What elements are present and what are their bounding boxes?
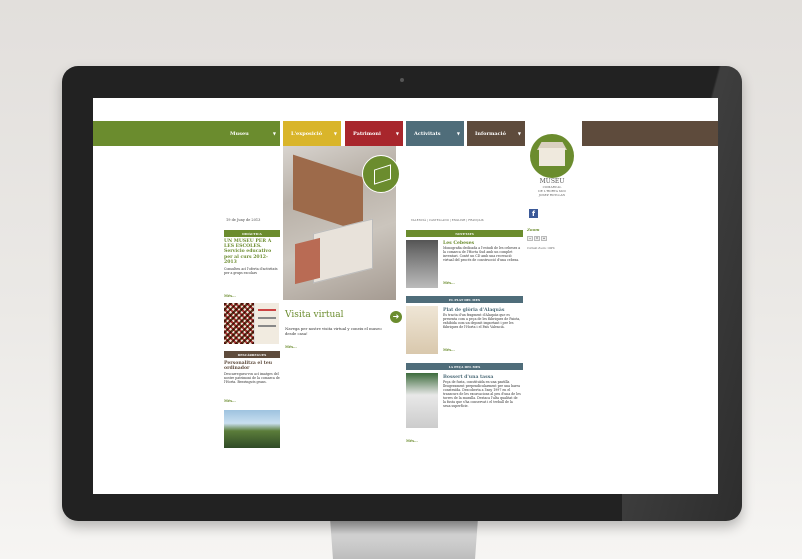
zoom-in-button[interactable]: + [541,236,547,241]
didactica-more-link[interactable]: Més... [224,294,236,298]
virtual-visit-title[interactable]: Visita virtual [285,310,343,320]
novetats-header: NOVETATS [406,230,523,237]
novetats-more-link[interactable]: Més... [443,281,455,285]
plat-block: Plat de glòria d'Alaquàs Es tracta d'un … [443,308,521,329]
zoom-controls: − = + [527,236,547,241]
nav-right-bar [582,121,718,146]
tiles-image[interactable] [224,303,254,344]
nav-item-activitats[interactable]: Activitats ▼ [406,121,464,146]
didactica-text: Consulteu ací l'oferta d'activitats per … [224,267,278,276]
floorplan-icon[interactable] [362,155,400,193]
novetats-block: Les Cebeses Monografia dedicada a l'estu… [443,241,521,262]
camera-icon [400,78,404,82]
peca-block: Bossert d'una tassa Peça de fusta, const… [443,375,521,408]
logo-house [539,148,565,166]
didactica-title[interactable]: UN MUSEU PER A LES ESCOLES. Servicio edu… [224,239,280,265]
peca-text: Peça de fusta, constituïda en una pastil… [443,380,521,409]
didactica-header: DIDÀCTICA [224,230,280,237]
book-cover-image[interactable] [406,240,438,288]
plat-header: EL PLAT DEL MES [406,296,523,303]
plat-more-link[interactable]: Més... [443,348,455,352]
plat-text: Es tracta d'un fragment d'Alaquàs que es… [443,313,521,330]
piece-image[interactable] [406,373,438,428]
poster-image[interactable] [254,303,279,344]
descarregues-block: Personalitza el teu ordinador Descarregu… [224,361,280,384]
plate-image[interactable] [406,306,438,354]
logo-sub: JOSEP ROTLLAN [538,193,566,197]
novetats-text: Monografia dedicada a l'estudi de les ce… [443,246,521,263]
zoom-label: Zoom [527,227,540,232]
descarregues-title[interactable]: Personalitza el teu ordinador [224,361,280,371]
website-screen: Museu ▼ L'exposició ▼ Patrimoni ▼ Activitat… [93,98,718,494]
logo-title: MUSEU [539,178,565,185]
chevron-down-icon: ▼ [517,131,521,136]
chevron-down-icon: ▼ [272,131,276,136]
nav-item-patrimoni[interactable]: Patrimoni ▼ [345,121,403,146]
monitor-stand [330,518,478,559]
landscape-image[interactable] [224,410,280,448]
chevron-down-icon: ▼ [456,131,460,136]
peca-more-link[interactable]: Més... [406,439,418,443]
virtual-visit-desc: Navega per nostre visita virtual y conei… [285,326,382,336]
chevron-down-icon: ▼ [395,131,399,136]
virtual-visit-more-link[interactable]: Més... [285,345,297,349]
facebook-icon[interactable]: f [529,209,538,218]
nav-item-museu[interactable]: Museu ▼ [222,121,280,146]
arrow-right-icon[interactable]: ➜ [390,311,402,323]
didactica-block: UN MUSEU PER A LES ESCOLES. Servicio edu… [224,239,280,275]
zoom-out-button[interactable]: − [527,236,533,241]
nav-item-informacio[interactable]: Informació ▼ [467,121,525,146]
date-label: 19 de Juny de 2013 [226,218,261,222]
descarregues-more-link[interactable]: Més... [224,399,236,403]
language-selector[interactable]: VALENCIÀ | CASTELLANO | ENGLISH | FRANÇA… [411,219,484,222]
chevron-down-icon: ▼ [333,131,337,136]
nav-item-exposicio[interactable]: L'exposició ▼ [283,121,341,146]
museum-logo[interactable] [530,134,574,178]
zoom-current: Current Zoom: 100% [527,247,555,250]
descarregues-text: Descarregueu-vos ací imatges del nostre … [224,372,280,385]
main-navigation: Museu ▼ L'exposició ▼ Patrimoni ▼ Activitat… [93,121,718,146]
peca-header: LA PEÇA DEL MES [406,363,523,370]
zoom-reset-button[interactable]: = [534,236,540,241]
descarregues-header: DESCÀRREGUES [224,351,280,358]
logo-text: MUSEU COMARCAL DE L'HORTA SUD JOSEP ROTL… [526,178,578,198]
